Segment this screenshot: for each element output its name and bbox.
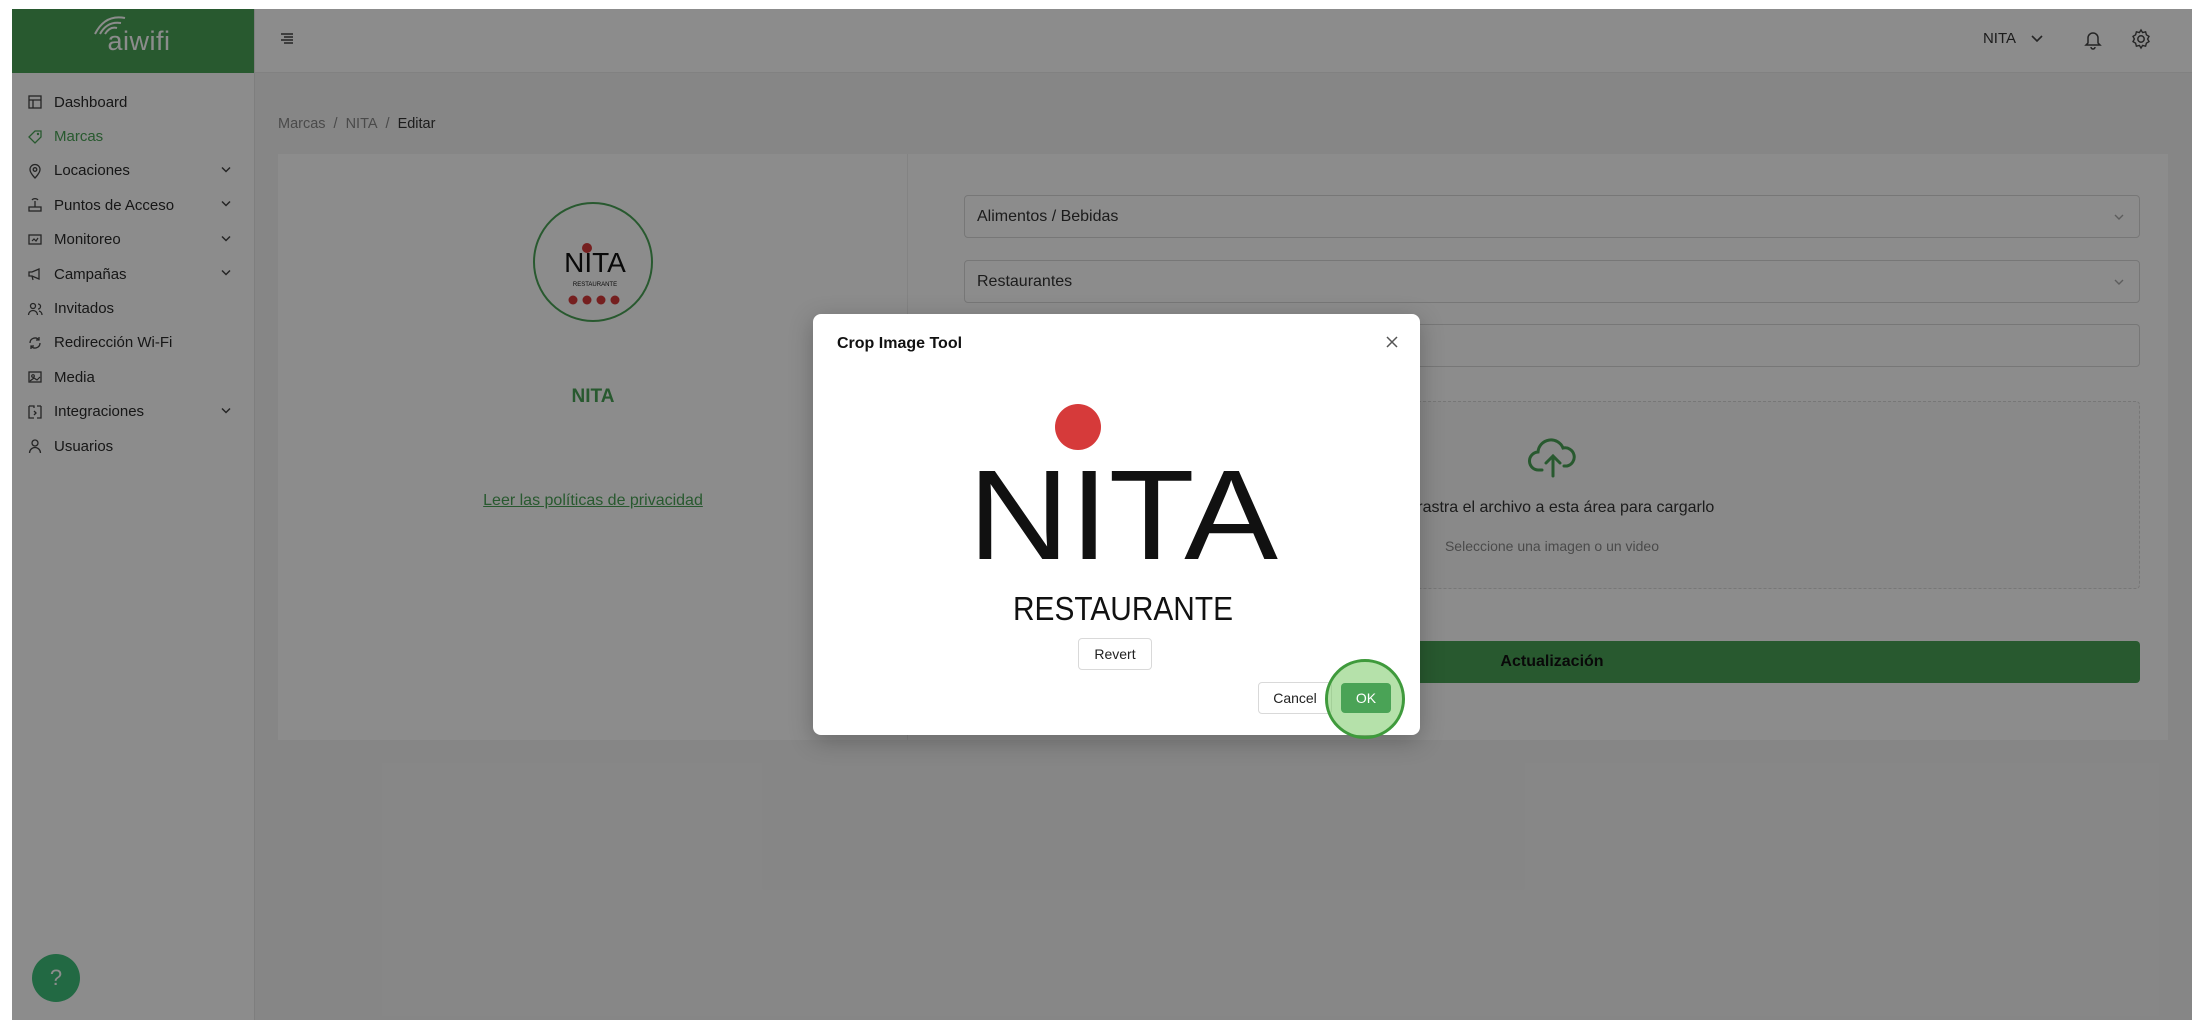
ok-button[interactable]: OK — [1341, 683, 1391, 713]
crop-logo-sub: RESTAURANTE — [1013, 590, 1233, 624]
crop-preview-image[interactable]: NITA RESTAURANTE — [963, 394, 1283, 624]
revert-button[interactable]: Revert — [1078, 638, 1152, 670]
cancel-button[interactable]: Cancel — [1258, 682, 1332, 714]
crop-logo-word: NITA — [968, 444, 1279, 587]
app-frame: aiwifi Dashboard Marcas Locaciones Puntos d… — [12, 9, 2192, 1020]
crop-image-modal: Crop Image Tool NITA RESTAURANTE Revert … — [813, 314, 1420, 739]
close-icon[interactable] — [1384, 334, 1400, 355]
modal-title: Crop Image Tool — [837, 335, 963, 352]
